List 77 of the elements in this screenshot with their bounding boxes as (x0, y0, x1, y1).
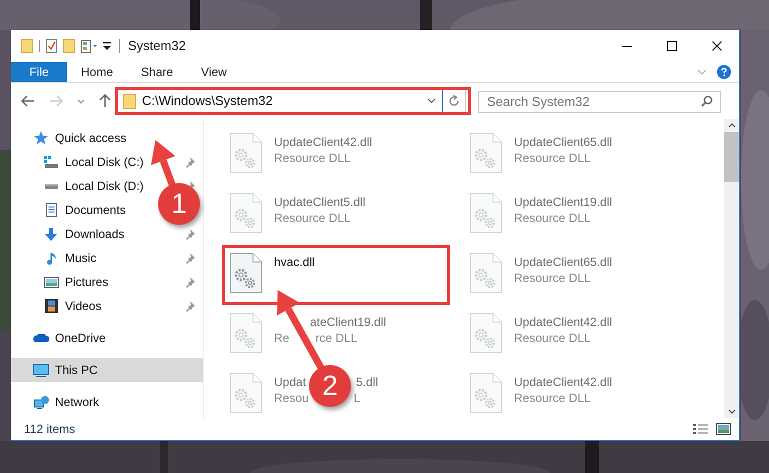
drive-icon (44, 184, 58, 188)
nav-item[interactable]: This PC (33, 361, 98, 379)
details-view-icon[interactable] (693, 423, 708, 435)
file-type: Resource DLL (274, 150, 351, 167)
nav-item[interactable]: Network (33, 393, 100, 411)
nav-item[interactable]: Quick access (33, 129, 126, 147)
nav-item[interactable]: Local Disk (D:) (43, 177, 144, 195)
dropdown-icon[interactable] (427, 98, 436, 104)
star-icon (34, 131, 48, 145)
customize-toolbar-icon[interactable] (103, 42, 111, 50)
ribbon-tab[interactable]: File (11, 62, 67, 82)
file-type: Resource DLL (274, 210, 351, 227)
file-name: ateClient19.dll (310, 314, 386, 331)
large-icons-view-icon[interactable] (716, 423, 731, 435)
ribbon-tab[interactable]: View (187, 62, 241, 82)
view-options-icon[interactable] (81, 40, 97, 52)
document-icon (46, 203, 56, 217)
ribbon-tab[interactable]: Home (67, 62, 128, 82)
back-icon[interactable] (21, 95, 35, 107)
music-note-icon (46, 252, 56, 264)
nav-item[interactable]: Downloads (43, 225, 124, 243)
recent-locations-icon[interactable] (77, 98, 85, 104)
search-field[interactable]: Search System32 (478, 90, 721, 112)
window-title: System32 (128, 37, 186, 56)
file-name: 5.dll (356, 374, 378, 391)
film-icon (44, 299, 58, 313)
file-name: UpdateClient42.dll (514, 374, 612, 391)
nav-item[interactable]: Local Disk (C:) (43, 153, 144, 171)
pin-icon[interactable] (186, 300, 195, 312)
file-type: Resource DLL (514, 330, 591, 347)
search-icon (701, 95, 713, 107)
expand-ribbon-icon[interactable] (697, 69, 707, 75)
file-type: Resource DLL (514, 270, 591, 287)
scroll-up-icon[interactable] (728, 123, 736, 128)
ribbon-tab[interactable]: Share (127, 62, 188, 82)
file-name: UpdateClient5.dll (274, 194, 366, 211)
nav-item[interactable]: Documents (43, 201, 126, 219)
file-type: rce DLL (315, 330, 358, 347)
folder-icon (123, 94, 136, 108)
pin-icon[interactable] (186, 252, 195, 264)
pin-icon[interactable] (186, 228, 195, 240)
scroll-down-icon[interactable] (728, 409, 736, 414)
file-type: Resource DLL (514, 390, 591, 407)
file-tile[interactable]: hvac.dll (222, 245, 450, 305)
file-name: UpdateClient19.dll (514, 194, 612, 211)
refresh-icon[interactable] (448, 95, 460, 107)
file-type: Resou (274, 390, 309, 407)
file-name: UpdateClient42.dll (514, 314, 612, 331)
file-name: hvac.dll (274, 254, 315, 271)
pin-icon[interactable] (186, 156, 195, 168)
pin-icon[interactable] (186, 276, 195, 288)
file-name: UpdateClient65.dll (514, 254, 612, 271)
address-path: C:\Windows\System32 (142, 92, 273, 110)
drive-icon (44, 156, 58, 168)
monitor-icon (33, 364, 49, 376)
nav-item[interactable]: OneDrive (33, 329, 106, 347)
file-type: Resource DLL (514, 150, 591, 167)
file-type: Re (274, 330, 290, 347)
nav-item[interactable]: Videos (43, 297, 102, 315)
file-type: Resource DLL (514, 210, 591, 227)
nav-item[interactable]: Pictures (43, 273, 108, 291)
file-type: L (354, 390, 360, 407)
scrollbar-thumb[interactable] (724, 132, 739, 182)
item-count: 112 items (24, 421, 76, 438)
download-arrow-icon (44, 228, 58, 240)
close-icon[interactable] (712, 41, 722, 51)
file-name: Updat (274, 374, 306, 391)
picture-icon (44, 276, 58, 288)
help-icon[interactable] (717, 65, 731, 79)
up-icon[interactable] (99, 94, 111, 108)
cloud-icon (33, 334, 49, 342)
properties-icon[interactable] (46, 39, 57, 53)
file-name: UpdateClient42.dll (274, 134, 372, 151)
file-name: UpdateClient65.dll (514, 134, 612, 151)
nav-item[interactable]: Music (43, 249, 96, 267)
maximize-icon[interactable] (666, 41, 676, 51)
network-icon (34, 396, 48, 408)
